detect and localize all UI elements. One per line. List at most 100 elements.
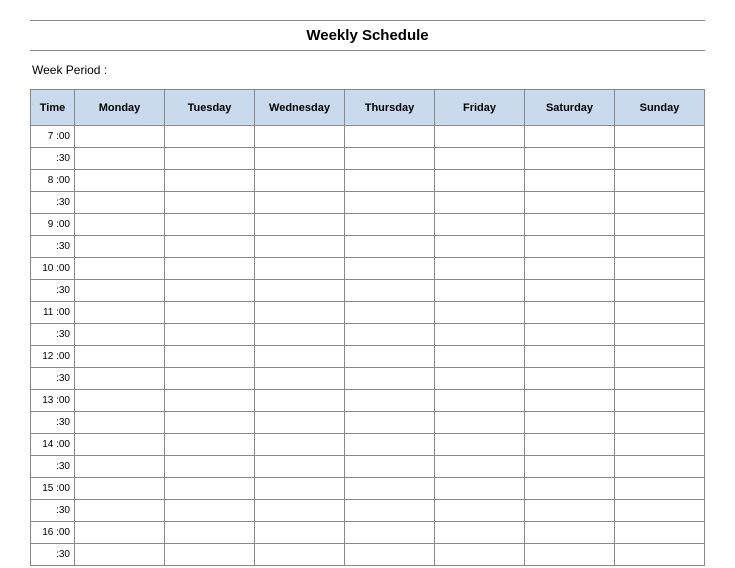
schedule-cell[interactable] [255, 368, 345, 390]
schedule-cell[interactable] [525, 368, 615, 390]
schedule-cell[interactable] [435, 478, 525, 500]
schedule-cell[interactable] [435, 368, 525, 390]
schedule-cell[interactable] [435, 346, 525, 368]
schedule-cell[interactable] [345, 390, 435, 412]
schedule-cell[interactable] [345, 192, 435, 214]
schedule-cell[interactable] [345, 456, 435, 478]
schedule-cell[interactable] [165, 192, 255, 214]
schedule-cell[interactable] [435, 170, 525, 192]
schedule-cell[interactable] [75, 368, 165, 390]
schedule-cell[interactable] [615, 192, 705, 214]
schedule-cell[interactable] [525, 214, 615, 236]
schedule-cell[interactable] [435, 522, 525, 544]
schedule-cell[interactable] [75, 412, 165, 434]
schedule-cell[interactable] [525, 280, 615, 302]
schedule-cell[interactable] [435, 280, 525, 302]
schedule-cell[interactable] [525, 126, 615, 148]
schedule-cell[interactable] [255, 456, 345, 478]
schedule-cell[interactable] [165, 126, 255, 148]
schedule-cell[interactable] [435, 258, 525, 280]
schedule-cell[interactable] [615, 478, 705, 500]
schedule-cell[interactable] [345, 522, 435, 544]
schedule-cell[interactable] [525, 258, 615, 280]
schedule-cell[interactable] [615, 214, 705, 236]
schedule-cell[interactable] [165, 478, 255, 500]
schedule-cell[interactable] [75, 236, 165, 258]
schedule-cell[interactable] [525, 302, 615, 324]
schedule-cell[interactable] [435, 390, 525, 412]
schedule-cell[interactable] [615, 390, 705, 412]
schedule-cell[interactable] [255, 390, 345, 412]
schedule-cell[interactable] [435, 456, 525, 478]
schedule-cell[interactable] [165, 302, 255, 324]
schedule-cell[interactable] [615, 302, 705, 324]
schedule-cell[interactable] [75, 544, 165, 566]
schedule-cell[interactable] [525, 544, 615, 566]
schedule-cell[interactable] [525, 456, 615, 478]
schedule-cell[interactable] [525, 434, 615, 456]
schedule-cell[interactable] [165, 390, 255, 412]
schedule-cell[interactable] [615, 126, 705, 148]
schedule-cell[interactable] [435, 500, 525, 522]
schedule-cell[interactable] [435, 324, 525, 346]
schedule-cell[interactable] [345, 170, 435, 192]
schedule-cell[interactable] [435, 236, 525, 258]
schedule-cell[interactable] [435, 302, 525, 324]
schedule-cell[interactable] [345, 368, 435, 390]
schedule-cell[interactable] [255, 302, 345, 324]
schedule-cell[interactable] [345, 346, 435, 368]
schedule-cell[interactable] [345, 544, 435, 566]
schedule-cell[interactable] [75, 148, 165, 170]
schedule-cell[interactable] [165, 522, 255, 544]
schedule-cell[interactable] [345, 148, 435, 170]
schedule-cell[interactable] [525, 412, 615, 434]
schedule-cell[interactable] [525, 324, 615, 346]
schedule-cell[interactable] [75, 478, 165, 500]
schedule-cell[interactable] [75, 126, 165, 148]
schedule-cell[interactable] [255, 324, 345, 346]
schedule-cell[interactable] [615, 456, 705, 478]
schedule-cell[interactable] [525, 500, 615, 522]
schedule-cell[interactable] [165, 170, 255, 192]
schedule-cell[interactable] [525, 522, 615, 544]
schedule-cell[interactable] [165, 236, 255, 258]
schedule-cell[interactable] [75, 456, 165, 478]
schedule-cell[interactable] [165, 346, 255, 368]
schedule-cell[interactable] [255, 522, 345, 544]
schedule-cell[interactable] [165, 434, 255, 456]
schedule-cell[interactable] [615, 434, 705, 456]
schedule-cell[interactable] [165, 324, 255, 346]
schedule-cell[interactable] [525, 148, 615, 170]
schedule-cell[interactable] [75, 170, 165, 192]
schedule-cell[interactable] [615, 148, 705, 170]
schedule-cell[interactable] [255, 478, 345, 500]
schedule-cell[interactable] [615, 170, 705, 192]
schedule-cell[interactable] [165, 148, 255, 170]
schedule-cell[interactable] [75, 258, 165, 280]
schedule-cell[interactable] [255, 148, 345, 170]
schedule-cell[interactable] [75, 214, 165, 236]
schedule-cell[interactable] [165, 456, 255, 478]
schedule-cell[interactable] [345, 236, 435, 258]
schedule-cell[interactable] [255, 126, 345, 148]
schedule-cell[interactable] [435, 126, 525, 148]
schedule-cell[interactable] [255, 280, 345, 302]
schedule-cell[interactable] [615, 236, 705, 258]
schedule-cell[interactable] [525, 346, 615, 368]
schedule-cell[interactable] [75, 434, 165, 456]
schedule-cell[interactable] [525, 236, 615, 258]
schedule-cell[interactable] [255, 500, 345, 522]
schedule-cell[interactable] [615, 346, 705, 368]
schedule-cell[interactable] [75, 302, 165, 324]
schedule-cell[interactable] [345, 126, 435, 148]
schedule-cell[interactable] [345, 478, 435, 500]
schedule-cell[interactable] [615, 258, 705, 280]
schedule-cell[interactable] [165, 280, 255, 302]
schedule-cell[interactable] [165, 412, 255, 434]
schedule-cell[interactable] [435, 214, 525, 236]
schedule-cell[interactable] [75, 390, 165, 412]
schedule-cell[interactable] [615, 280, 705, 302]
schedule-cell[interactable] [615, 522, 705, 544]
schedule-cell[interactable] [255, 170, 345, 192]
schedule-cell[interactable] [75, 522, 165, 544]
